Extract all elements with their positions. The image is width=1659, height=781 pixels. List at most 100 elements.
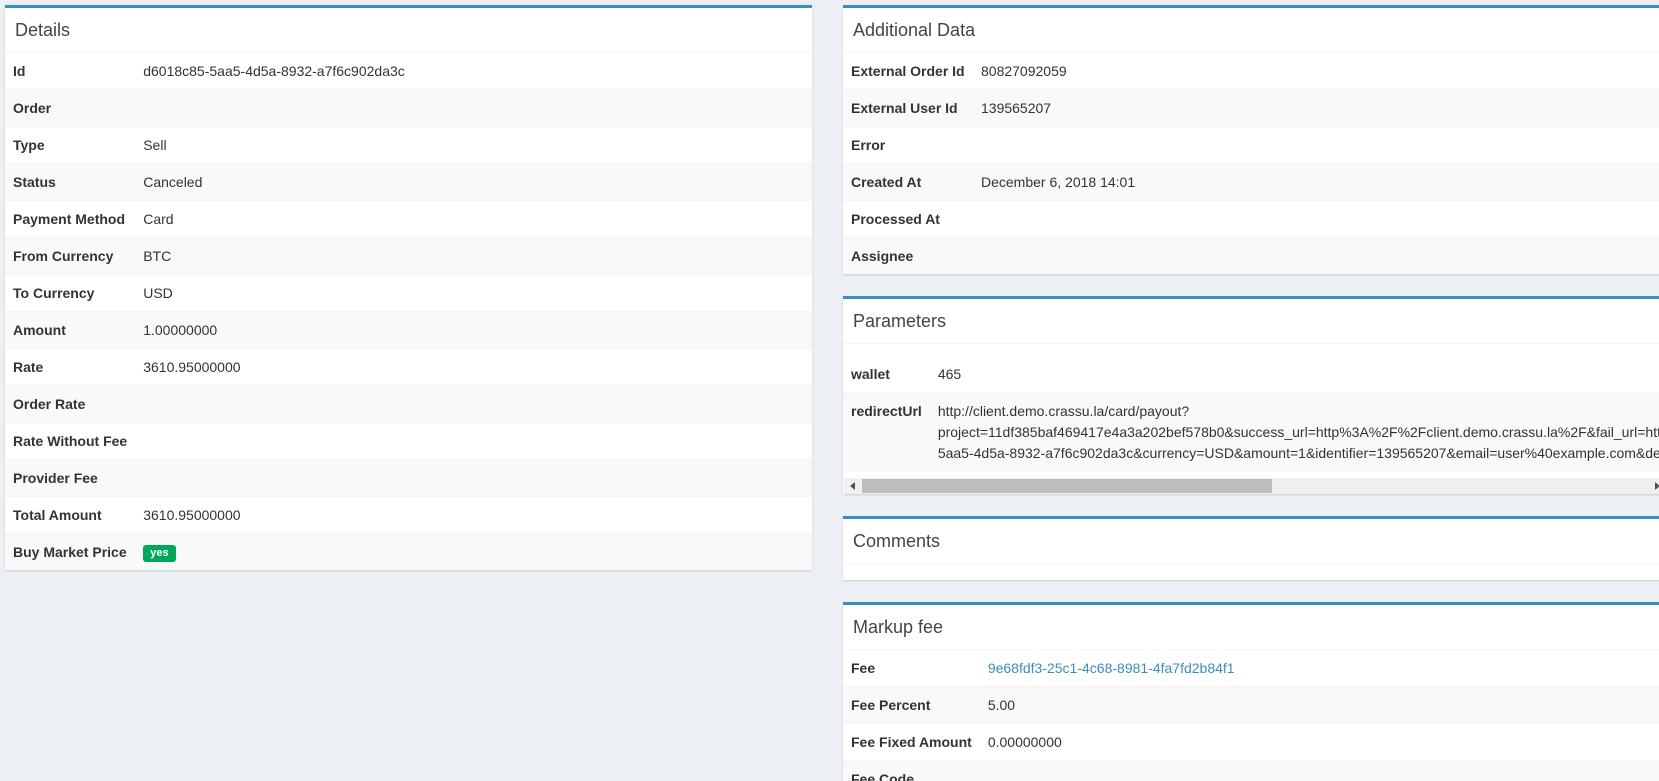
table-row: Payment MethodCard — [5, 201, 812, 238]
row-value: 3610.95000000 — [135, 349, 812, 386]
parameters-panel-title: Parameters — [843, 299, 1659, 344]
row-label: Payment Method — [5, 201, 135, 238]
parameters-body: wallet 465 redirectUrl http://client.dem… — [843, 344, 1659, 494]
row-value: 465 — [930, 356, 1659, 393]
row-value: Canceled — [135, 164, 812, 201]
table-row: Rate3610.95000000 — [5, 349, 812, 386]
row-label: Error — [843, 127, 973, 164]
row-value — [135, 460, 812, 497]
table-row: Idd6018c85-5aa5-4d5a-8932-a7f6c902da3c — [5, 53, 812, 90]
row-value — [973, 238, 1659, 275]
fee-id-link[interactable]: 9e68fdf3-25c1-4c68-8981-4fa7fd2b84f1 — [988, 660, 1235, 676]
details-panel-title: Details — [5, 8, 812, 53]
table-row: Fee 9e68fdf3-25c1-4c68-8981-4fa7fd2b84f1 — [843, 650, 1659, 687]
scrollbar-left-arrow-icon[interactable] — [844, 478, 861, 494]
details-table: Idd6018c85-5aa5-4d5a-8932-a7f6c902da3c O… — [5, 53, 812, 570]
table-row: Order Rate — [5, 386, 812, 423]
row-label: wallet — [843, 356, 930, 393]
row-label: redirectUrl — [843, 393, 930, 473]
table-row: Total Amount3610.95000000 — [5, 497, 812, 534]
table-row: Fee Percent5.00 — [843, 687, 1659, 724]
row-label: Id — [5, 53, 135, 90]
row-label: External User Id — [843, 90, 973, 127]
table-row: TypeSell — [5, 127, 812, 164]
redirect-url-line: http://client.demo.crassu.la/card/payout… — [938, 401, 1659, 422]
row-value: USD — [135, 275, 812, 312]
table-row: StatusCanceled — [5, 164, 812, 201]
row-value: 3610.95000000 — [135, 497, 812, 534]
markup-fee-table: Fee 9e68fdf3-25c1-4c68-8981-4fa7fd2b84f1… — [843, 650, 1659, 781]
row-value: Card — [135, 201, 812, 238]
redirect-url-line: project=11df385baf469417e4a3a202bef578b0… — [938, 422, 1659, 443]
page: Details Idd6018c85-5aa5-4d5a-8932-a7f6c9… — [0, 0, 1659, 781]
comments-panel: Comments — [843, 516, 1659, 580]
additional-data-panel: Additional Data External Order Id8082709… — [843, 5, 1659, 274]
row-label: Rate Without Fee — [5, 423, 135, 460]
scrollbar-thumb[interactable] — [862, 479, 1272, 493]
markup-fee-panel: Markup fee Fee 9e68fdf3-25c1-4c68-8981-4… — [843, 602, 1659, 781]
row-label: Fee — [843, 650, 980, 687]
table-row: External Order Id80827092059 — [843, 53, 1659, 90]
row-label: Order Rate — [5, 386, 135, 423]
table-row: External User Id139565207 — [843, 90, 1659, 127]
row-label: Fee Percent — [843, 687, 980, 724]
row-label: Type — [5, 127, 135, 164]
row-label: To Currency — [5, 275, 135, 312]
row-label: Order — [5, 90, 135, 127]
table-row: Processed At — [843, 201, 1659, 238]
table-row: Rate Without Fee — [5, 423, 812, 460]
row-label: Created At — [843, 164, 973, 201]
parameters-table: wallet 465 redirectUrl http://client.dem… — [843, 356, 1659, 472]
table-row: wallet 465 — [843, 356, 1659, 393]
row-value: 9e68fdf3-25c1-4c68-8981-4fa7fd2b84f1 — [980, 650, 1659, 687]
row-label: From Currency — [5, 238, 135, 275]
row-value — [135, 386, 812, 423]
row-label: Provider Fee — [5, 460, 135, 497]
additional-data-table: External Order Id80827092059 External Us… — [843, 53, 1659, 274]
row-value — [973, 201, 1659, 238]
row-label: Status — [5, 164, 135, 201]
row-label: Buy Market Price — [5, 534, 135, 571]
redirect-url-line: 5aa5-4d5a-8932-a7f6c902da3c&currency=USD… — [938, 443, 1659, 464]
table-row: Provider Fee — [5, 460, 812, 497]
row-label: Fee Code — [843, 761, 980, 781]
redirect-url-lines: http://client.demo.crassu.la/card/payout… — [938, 401, 1659, 464]
table-row: Fee Code — [843, 761, 1659, 781]
table-row: Assignee — [843, 238, 1659, 275]
row-value: Sell — [135, 127, 812, 164]
table-row: Amount1.00000000 — [5, 312, 812, 349]
table-row: Created AtDecember 6, 2018 14:01 — [843, 164, 1659, 201]
right-column: Additional Data External Order Id8082709… — [843, 5, 1659, 781]
row-label: Fee Fixed Amount — [843, 724, 980, 761]
row-label: Processed At — [843, 201, 973, 238]
row-value: 139565207 — [973, 90, 1659, 127]
table-row: To CurrencyUSD — [5, 275, 812, 312]
left-column: Details Idd6018c85-5aa5-4d5a-8932-a7f6c9… — [5, 5, 812, 781]
buy-market-price-badge: yes — [143, 545, 175, 562]
table-row: Order — [5, 90, 812, 127]
row-value: BTC — [135, 238, 812, 275]
row-label: Total Amount — [5, 497, 135, 534]
row-value — [973, 127, 1659, 164]
redirect-url-value: http://client.demo.crassu.la/card/payout… — [930, 393, 1659, 473]
row-value: 5.00 — [980, 687, 1659, 724]
row-value — [980, 761, 1659, 781]
scrollbar-right-arrow-icon[interactable] — [1649, 478, 1659, 494]
table-row: Error — [843, 127, 1659, 164]
row-value: 80827092059 — [973, 53, 1659, 90]
row-value: 0.00000000 — [980, 724, 1659, 761]
comments-panel-title: Comments — [843, 519, 1659, 564]
table-row: From CurrencyBTC — [5, 238, 812, 275]
row-label: External Order Id — [843, 53, 973, 90]
row-value: d6018c85-5aa5-4d5a-8932-a7f6c902da3c — [135, 53, 812, 90]
additional-data-panel-title: Additional Data — [843, 8, 1659, 53]
row-value — [135, 423, 812, 460]
row-label: Assignee — [843, 238, 973, 275]
horizontal-scrollbar[interactable] — [844, 478, 1659, 494]
row-value — [135, 90, 812, 127]
table-row: Buy Market Price yes — [5, 534, 812, 571]
row-label: Rate — [5, 349, 135, 386]
row-value: December 6, 2018 14:01 — [973, 164, 1659, 201]
parameters-panel: Parameters wallet 465 redirectUrl http:/… — [843, 296, 1659, 494]
markup-fee-panel-title: Markup fee — [843, 605, 1659, 650]
